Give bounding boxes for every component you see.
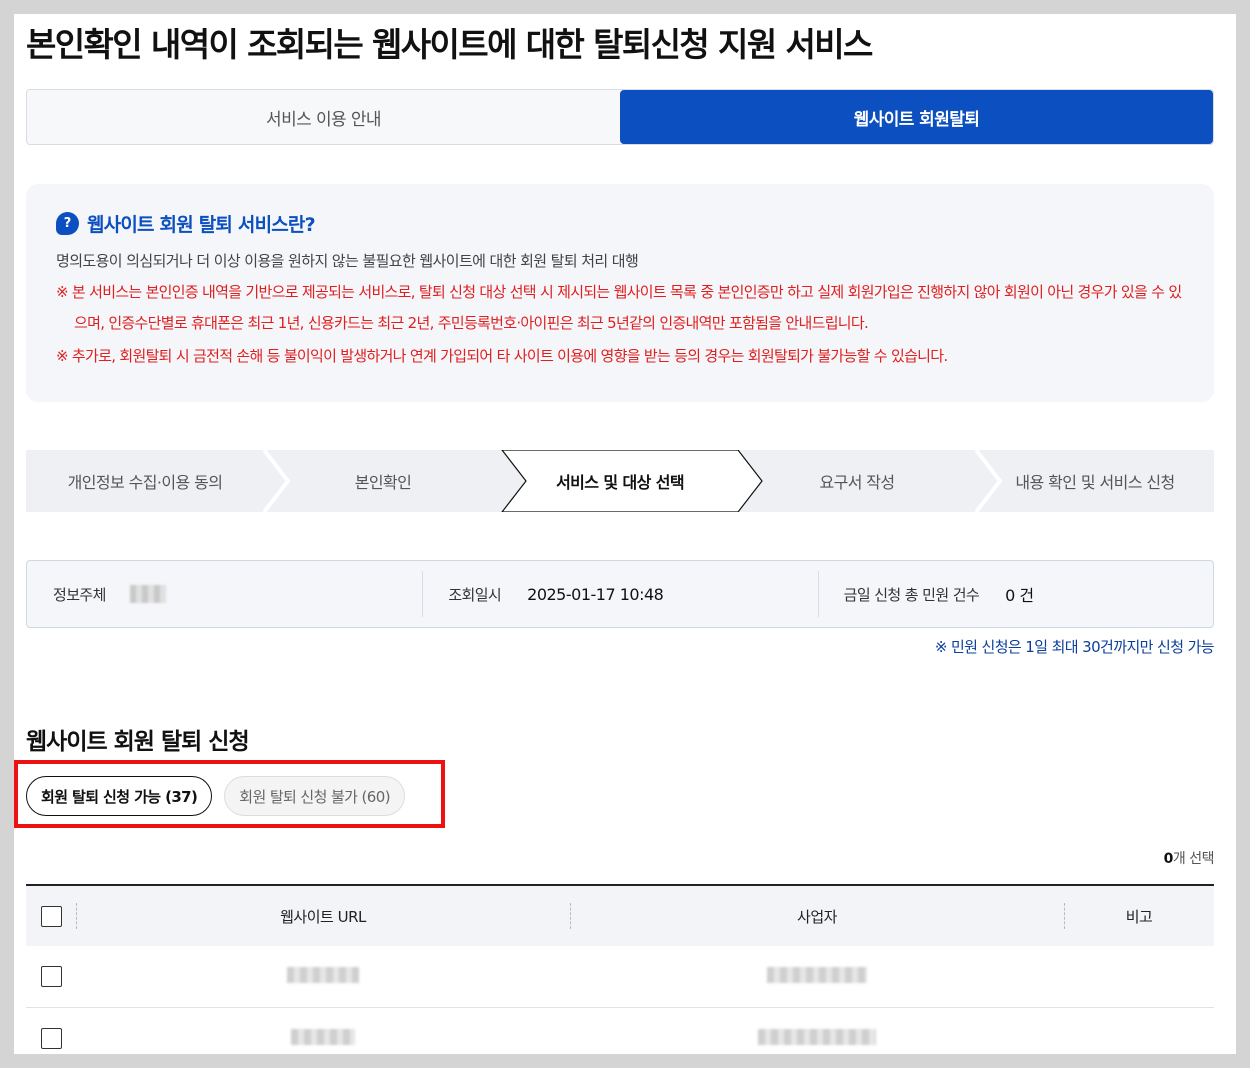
step-indicator: 개인정보 수집·이용 동의 본인확인 서비스 및 대상 선택 요구서 작성 내용… <box>26 450 1214 512</box>
table-row <box>26 1008 1214 1054</box>
business-redacted <box>758 1028 876 1045</box>
selection-count: 0개 선택 <box>1163 848 1215 868</box>
summary-bar: 정보주체 조회일시 2025-01-17 10:48 금일 신청 총 민원 건수… <box>26 560 1214 628</box>
today-count-value: 0 건 <box>1005 586 1034 605</box>
selection-count-number: 0 <box>1163 851 1174 867</box>
header-note: 비고 <box>1064 902 1214 929</box>
table-header: 웹사이트 URL 사업자 비고 <box>26 884 1214 946</box>
red-highlight-box <box>14 760 445 828</box>
info-notice-1: ※ 본 서비스는 본인인증 내역을 기반으로 제공되는 서비스로, 탈퇴 신청 … <box>56 283 1182 332</box>
info-title: 웹사이트 회원 탈퇴 서비스란? <box>87 214 316 236</box>
query-time-label: 조회일시 <box>448 585 502 604</box>
summary-subject: 정보주체 <box>27 561 422 627</box>
summary-query-time: 조회일시 2025-01-17 10:48 <box>422 561 817 627</box>
url-redacted <box>287 966 359 983</box>
selection-count-suffix: 개 선택 <box>1172 851 1215 867</box>
limit-note: ※ 민원 신청은 1일 최대 30건까지만 신청 가능 <box>934 638 1215 656</box>
query-time-value: 2025-01-17 10:48 <box>527 584 664 604</box>
tab-website-withdrawal[interactable]: 웹사이트 회원탈퇴 <box>620 90 1213 144</box>
question-bubble-icon: ? <box>56 212 79 235</box>
info-header: ? 웹사이트 회원 탈퇴 서비스란? <box>56 210 1184 237</box>
row-checkbox[interactable] <box>40 966 62 987</box>
step-select-service: 서비스 및 대상 선택 <box>556 473 684 492</box>
row-checkbox[interactable] <box>40 1028 62 1049</box>
url-redacted <box>291 1028 355 1045</box>
table-row <box>26 946 1214 1008</box>
today-count-label: 금일 신청 총 민원 건수 <box>843 585 980 604</box>
tab-bar: 서비스 이용 안내 웹사이트 회원탈퇴 <box>26 89 1214 145</box>
step-identity: 본인확인 <box>354 473 412 492</box>
header-url: 웹사이트 URL <box>76 902 570 929</box>
page: 본인확인 내역이 조회되는 웹사이트에 대한 탈퇴신청 지원 서비스 서비스 이… <box>14 14 1236 1054</box>
select-all-checkbox[interactable] <box>40 905 62 927</box>
tab-service-guide[interactable]: 서비스 이용 안내 <box>27 90 620 144</box>
subject-label: 정보주체 <box>53 585 106 604</box>
info-box: ? 웹사이트 회원 탈퇴 서비스란? 명의도용이 의심되거나 더 이상 이용을 … <box>26 184 1214 402</box>
summary-today-count: 금일 신청 총 민원 건수 0 건 <box>817 561 1213 627</box>
step-consent: 개인정보 수집·이용 동의 <box>67 473 223 492</box>
info-notice-2: ※ 추가로, 회원탈퇴 시 금전적 손해 등 불이익이 발생하거나 연계 가입되… <box>56 347 948 365</box>
subject-value-redacted <box>129 585 166 603</box>
business-redacted <box>767 966 867 983</box>
header-business: 사업자 <box>570 902 1064 929</box>
step-confirm: 내용 확인 및 서비스 신청 <box>1015 473 1175 492</box>
section-title: 웹사이트 회원 탈퇴 신청 <box>26 729 250 755</box>
step-write-request: 요구서 작성 <box>819 473 895 492</box>
info-description: 명의도용이 의심되거나 더 이상 이용을 원하지 않는 불필요한 웹사이트에 대… <box>56 252 639 270</box>
website-table: 웹사이트 URL 사업자 비고 <box>26 884 1214 1054</box>
page-title: 본인확인 내역이 조회되는 웹사이트에 대한 탈퇴신청 지원 서비스 <box>26 25 873 64</box>
